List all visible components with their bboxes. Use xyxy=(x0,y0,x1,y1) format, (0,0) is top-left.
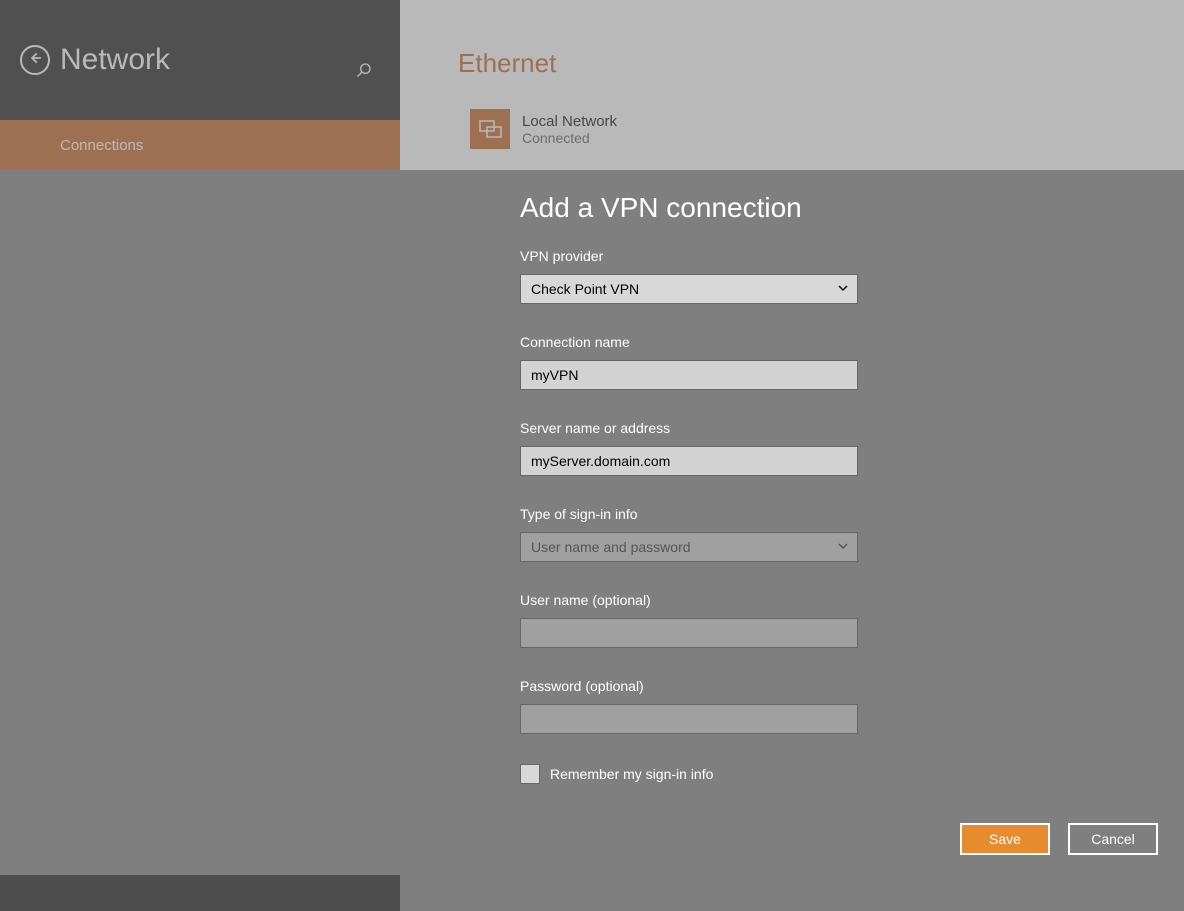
username-label: User name (optional) xyxy=(520,592,1184,608)
remember-label: Remember my sign-in info xyxy=(550,766,713,782)
password-label: Password (optional) xyxy=(520,678,1184,694)
field-server: Server name or address xyxy=(520,420,1184,476)
field-signin-type: Type of sign-in info User name and passw… xyxy=(520,506,1184,562)
signin-type-label: Type of sign-in info xyxy=(520,506,1184,522)
chevron-down-icon xyxy=(837,539,849,555)
field-vpn-provider: VPN provider Check Point VPN xyxy=(520,248,1184,304)
connection-name-label: Connection name xyxy=(520,334,1184,350)
vpn-modal: Add a VPN connection VPN provider Check … xyxy=(0,170,1184,875)
vpn-provider-select[interactable]: Check Point VPN xyxy=(520,274,858,304)
password-input[interactable] xyxy=(520,704,858,734)
remember-checkbox[interactable] xyxy=(520,764,540,784)
server-label: Server name or address xyxy=(520,420,1184,436)
connection-name-input[interactable] xyxy=(520,360,858,390)
remember-row[interactable]: Remember my sign-in info xyxy=(520,764,1184,784)
signin-type-select[interactable]: User name and password xyxy=(520,532,858,562)
signin-type-value: User name and password xyxy=(531,539,691,555)
field-connection-name: Connection name xyxy=(520,334,1184,390)
chevron-down-icon xyxy=(837,281,849,297)
bottom-bar-right xyxy=(400,875,1184,911)
username-input[interactable] xyxy=(520,618,858,648)
server-input[interactable] xyxy=(520,446,858,476)
modal-buttons: Save Cancel xyxy=(960,823,1158,855)
field-username: User name (optional) xyxy=(520,592,1184,648)
vpn-provider-label: VPN provider xyxy=(520,248,1184,264)
field-password: Password (optional) xyxy=(520,678,1184,734)
cancel-button[interactable]: Cancel xyxy=(1068,823,1158,855)
save-button[interactable]: Save xyxy=(960,823,1050,855)
modal-title: Add a VPN connection xyxy=(520,192,1184,224)
vpn-provider-value: Check Point VPN xyxy=(531,281,639,297)
